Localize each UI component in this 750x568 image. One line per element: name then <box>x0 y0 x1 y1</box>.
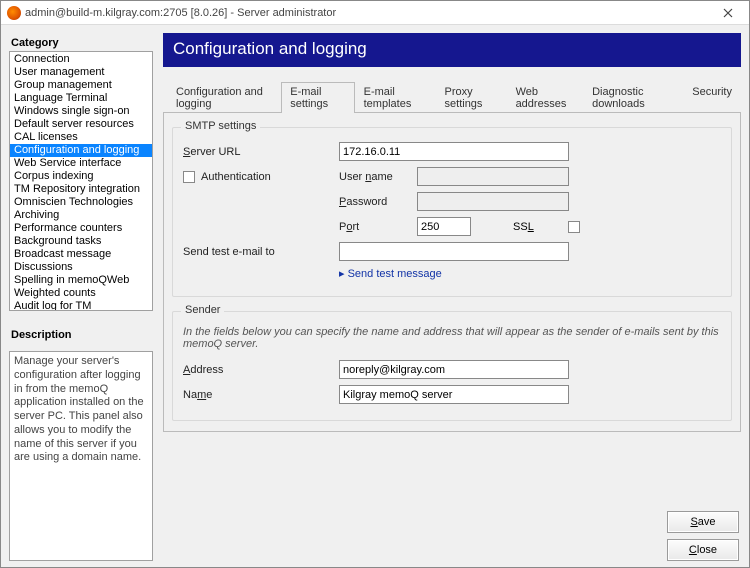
server-url-input[interactable] <box>339 142 569 161</box>
tab[interactable]: Security <box>683 82 741 113</box>
category-label: Category <box>9 33 153 51</box>
category-item[interactable]: Connection <box>10 53 152 66</box>
send-test-label: Send test e-mail to <box>183 246 333 258</box>
authentication-label: Authentication <box>201 171 271 183</box>
save-button[interactable]: Save <box>667 511 739 533</box>
tab[interactable]: Web addresses <box>507 82 584 113</box>
category-item[interactable]: Discussions <box>10 261 152 274</box>
category-item[interactable]: Performance counters <box>10 222 152 235</box>
category-item[interactable]: Web Service interface <box>10 157 152 170</box>
send-test-input[interactable] <box>339 242 569 261</box>
send-test-link[interactable]: ▸ Send test message <box>339 267 442 280</box>
category-item[interactable]: Broadcast message <box>10 248 152 261</box>
tab[interactable]: Configuration and logging <box>167 82 281 113</box>
category-item[interactable]: Audit log for TM <box>10 300 152 311</box>
sender-name-label: Name <box>183 389 333 401</box>
window-close-button[interactable] <box>711 3 745 23</box>
page-title: Configuration and logging <box>163 33 741 67</box>
sender-name-input[interactable] <box>339 385 569 404</box>
sender-legend: Sender <box>181 304 224 316</box>
tab[interactable]: E-mail templates <box>355 82 436 113</box>
description-text: Manage your server's configuration after… <box>9 351 153 561</box>
category-item[interactable]: Background tasks <box>10 235 152 248</box>
ssl-checkbox[interactable] <box>568 221 580 233</box>
category-item[interactable]: Windows single sign-on <box>10 105 152 118</box>
category-item[interactable]: Archiving <box>10 209 152 222</box>
category-item[interactable]: Language Terminal <box>10 92 152 105</box>
tab[interactable]: Diagnostic downloads <box>583 82 683 113</box>
tab-bar: Configuration and loggingE-mail settings… <box>167 81 741 112</box>
sender-group: Sender In the fields below you can speci… <box>172 311 732 421</box>
port-input[interactable] <box>417 217 471 236</box>
category-list[interactable]: ConnectionUser managementGroup managemen… <box>9 51 153 311</box>
user-name-label: User name <box>339 171 411 183</box>
authentication-checkbox[interactable] <box>183 171 195 183</box>
ssl-label: SSL <box>513 221 534 233</box>
sidebar: Category ConnectionUser managementGroup … <box>9 33 153 561</box>
close-button[interactable]: Close <box>667 539 739 561</box>
window-title: admin@build-m.kilgray.com:2705 [8.0.26] … <box>25 7 711 19</box>
close-icon <box>723 8 733 18</box>
category-item[interactable]: Default server resources <box>10 118 152 131</box>
user-name-input <box>417 167 569 186</box>
server-url-label: Server URL <box>183 146 333 158</box>
dialog-buttons: Save <box>163 505 741 533</box>
category-item[interactable]: Spelling in memoQWeb <box>10 274 152 287</box>
port-label: Port <box>339 221 411 233</box>
description-label: Description <box>9 325 153 343</box>
sender-address-input[interactable] <box>339 360 569 379</box>
category-item[interactable]: CAL licenses <box>10 131 152 144</box>
category-item[interactable]: User management <box>10 66 152 79</box>
category-item[interactable]: TM Repository integration <box>10 183 152 196</box>
category-item[interactable]: Corpus indexing <box>10 170 152 183</box>
category-item[interactable]: Group management <box>10 79 152 92</box>
tab[interactable]: Proxy settings <box>436 82 507 113</box>
sender-note: In the fields below you can specify the … <box>183 326 721 350</box>
app-icon <box>7 6 21 20</box>
category-item[interactable]: Configuration and logging <box>10 144 152 157</box>
dialog-buttons-2: Close <box>163 533 741 561</box>
smtp-legend: SMTP settings <box>181 120 260 132</box>
smtp-group: SMTP settings Server URL Authentication … <box>172 127 732 297</box>
tab-panel: SMTP settings Server URL Authentication … <box>163 112 741 432</box>
tab[interactable]: E-mail settings <box>281 82 354 113</box>
titlebar: admin@build-m.kilgray.com:2705 [8.0.26] … <box>1 1 749 25</box>
sender-address-label: Address <box>183 364 333 376</box>
category-item[interactable]: Omniscien Technologies <box>10 196 152 209</box>
category-item[interactable]: Weighted counts <box>10 287 152 300</box>
password-input <box>417 192 569 211</box>
password-label: Password <box>339 196 411 208</box>
